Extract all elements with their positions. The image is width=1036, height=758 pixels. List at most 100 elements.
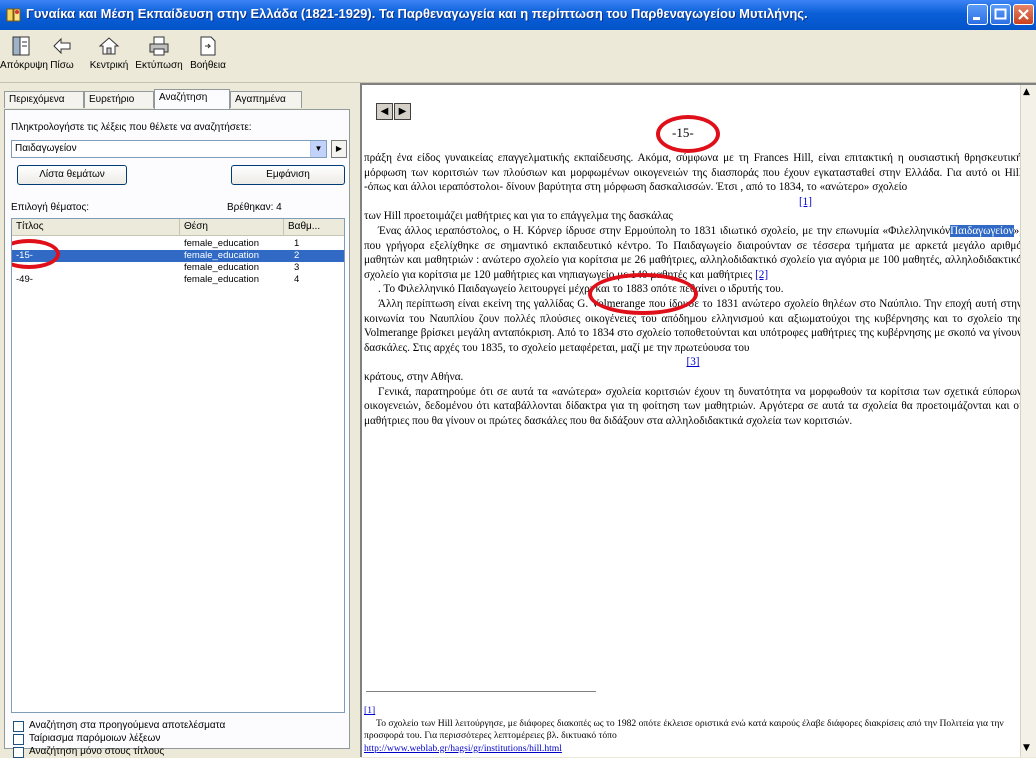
- row-rank: 4: [294, 274, 300, 285]
- column-rank[interactable]: Βαθμ...: [284, 219, 344, 235]
- back-label: Πίσω: [50, 60, 74, 71]
- triangle-right-icon: ▶: [335, 144, 343, 153]
- footnote-link[interactable]: http://www.weblab.gr/hagsi/gr/institutio…: [364, 743, 562, 754]
- search-titles-only-checkbox[interactable]: [13, 747, 24, 758]
- match-similar-words-label: Ταίριασμα παρόμοιων λέξεων: [29, 733, 161, 744]
- arrow-right-icon: ▶: [398, 106, 407, 117]
- toolbar: Απόκρυψη Πίσω Κεντρική Εκτύπωση Βοήθεια: [0, 30, 1036, 83]
- footnote-ref-1[interactable]: [1]: [799, 196, 812, 208]
- row-location: female_education: [184, 274, 259, 285]
- row-location: female_education: [184, 238, 259, 249]
- paragraph: Άλλη περίπτωση είναι εκείνη της γαλλίδας…: [364, 297, 1022, 355]
- table-row-selected[interactable]: -15- female_education 2: [12, 250, 344, 262]
- help-icon: [200, 36, 216, 56]
- paragraph-text: κράτους, στην Αθήνα.: [364, 370, 464, 383]
- paragraph: Γενικά, παρατηρούμε ότι σε αυτά τα «ανώτ…: [364, 385, 1022, 429]
- paragraph-text: πράξη ένα είδος γυναικείας επαγγελματική…: [364, 152, 1022, 194]
- footnote-text: Το σχολείο των Hill λειτούργησε, με διάφ…: [364, 717, 1004, 742]
- footnote-ref-row: [1]: [364, 195, 1022, 210]
- minimize-icon: [973, 17, 980, 20]
- row-rank: 2: [294, 250, 300, 261]
- scroll-down-icon[interactable]: ▼: [1023, 743, 1030, 753]
- title-bar: Γυναίκα και Μέση Εκπαίδευση στην Ελλάδα …: [0, 0, 1036, 30]
- found-count: Βρέθηκαν: 4: [227, 202, 282, 213]
- next-page-button[interactable]: ▶: [394, 103, 411, 120]
- row-title: -49-: [16, 274, 33, 285]
- arrow-left-icon: ◀: [380, 106, 389, 117]
- chevron-down-icon[interactable]: ▼: [310, 141, 326, 157]
- table-row[interactable]: female_education 1: [12, 238, 344, 250]
- paragraph: Ένας άλλος ιεραπόστολος, ο Η. Κόρνερ ίδρ…: [364, 224, 1022, 282]
- match-similar-words-checkbox[interactable]: [13, 734, 24, 745]
- hide-button[interactable]: Απόκρυψη: [0, 32, 48, 80]
- maximize-button[interactable]: [990, 4, 1011, 25]
- maximize-icon: [994, 8, 1007, 20]
- search-panel: Πληκτρολογήστε τις λέξεις που θέλετε να …: [4, 109, 350, 758]
- search-input[interactable]: Παιδαγωγείον ▼: [11, 140, 327, 158]
- footnote: [1] Το σχολείο των Hill λειτούργησε, με …: [364, 705, 1014, 755]
- tab-index[interactable]: Ευρετήριο: [84, 91, 154, 108]
- paragraph-text: Άλλη περίπτωση είναι εκείνη της γαλλίδας…: [364, 297, 1022, 354]
- column-title[interactable]: Τίτλος: [12, 219, 180, 235]
- tab-favorites[interactable]: Αγαπημένα: [230, 91, 302, 108]
- search-previous-results-checkbox[interactable]: [13, 721, 24, 732]
- results-list[interactable]: Τίτλος Θέση Βαθμ... female_education 1 -…: [11, 218, 345, 713]
- window-title: Γυναίκα και Μέση Εκπαίδευση στην Ελλάδα …: [26, 6, 808, 21]
- help-book-icon: [6, 8, 21, 22]
- vertical-scrollbar[interactable]: ▲ ▼: [1020, 85, 1036, 757]
- back-arrow-icon: [53, 37, 71, 55]
- paragraph-text: Γενικά, παρατηρούμε ότι σε αυτά τα «ανώτ…: [364, 385, 1022, 427]
- help-label: Βοήθεια: [190, 60, 226, 71]
- close-icon: [1018, 9, 1029, 20]
- results-header: Τίτλος Θέση Βαθμ...: [12, 219, 344, 236]
- help-button[interactable]: Βοήθεια: [186, 32, 230, 80]
- footnote-ref-row: [3]: [364, 355, 1022, 370]
- scroll-up-icon[interactable]: ▲: [1023, 87, 1030, 97]
- tab-search[interactable]: Αναζήτηση: [154, 89, 230, 109]
- content-pane: ◀ ▶ -15- πράξη ένα είδος γυναικείας επαγ…: [360, 83, 1036, 757]
- search-previous-results-label: Αναζήτηση στα προηγούμενα αποτελέσματα: [29, 720, 226, 731]
- paragraph: κράτους, στην Αθήνα.: [364, 370, 1022, 385]
- search-query: Παιδαγωγείον: [15, 143, 77, 154]
- hide-label: Απόκρυψη: [0, 60, 48, 71]
- row-rank: 1: [294, 238, 300, 249]
- select-topic-label: Επιλογή θέματος:: [11, 202, 90, 213]
- home-label: Κεντρική: [89, 60, 129, 71]
- column-location[interactable]: Θέση: [180, 219, 284, 235]
- print-button[interactable]: Εκτύπωση: [134, 32, 184, 80]
- footnote-ref-2[interactable]: [2]: [755, 269, 768, 281]
- hide-pane-icon: [12, 36, 30, 56]
- print-label: Εκτύπωση: [135, 60, 183, 71]
- display-button[interactable]: Εμφάνιση: [231, 165, 345, 185]
- table-row[interactable]: female_education 3: [12, 262, 344, 274]
- tab-contents[interactable]: Περιεχόμενα: [4, 91, 84, 108]
- home-button[interactable]: Κεντρική: [84, 32, 134, 80]
- row-location: female_education: [184, 262, 259, 273]
- document-body: πράξη ένα είδος γυναικείας επαγγελματική…: [364, 151, 1022, 428]
- footnote-divider: [366, 691, 596, 692]
- minimize-button[interactable]: [967, 4, 988, 25]
- footnote-mark[interactable]: [1]: [364, 705, 375, 716]
- printer-icon: [149, 36, 169, 56]
- search-titles-only-label: Αναζήτηση μόνο στους τίτλους: [29, 746, 165, 757]
- row-rank: 3: [294, 262, 300, 273]
- search-highlight: Παιδαγωγείον: [950, 224, 1014, 237]
- search-prompt: Πληκτρολογήστε τις λέξεις που θέλετε να …: [11, 122, 252, 133]
- paragraph: πράξη ένα είδος γυναικείας επαγγελματική…: [364, 151, 1022, 195]
- paragraph-text: . Το Φιλελληνικό Παιδαγωγείο λειτουργεί …: [378, 283, 784, 296]
- close-button[interactable]: [1013, 4, 1034, 25]
- paragraph: των Hill προετοιμάζει μαθήτριες και για …: [364, 209, 1022, 224]
- page-number: -15-: [672, 125, 694, 140]
- previous-page-button[interactable]: ◀: [376, 103, 393, 120]
- list-topics-button[interactable]: Λίστα θεμάτων: [17, 165, 127, 185]
- row-location: female_education: [184, 250, 259, 261]
- navigation-pane: Περιεχόμενα Ευρετήριο Αναζήτηση Αγαπημέν…: [0, 83, 356, 758]
- back-button[interactable]: Πίσω: [44, 32, 80, 80]
- search-options-button[interactable]: ▶: [331, 140, 347, 158]
- table-row[interactable]: -49- female_education 4: [12, 274, 344, 286]
- paragraph-text: Ένας άλλος ιεραπόστολος, ο Η. Κόρνερ ίδρ…: [378, 224, 951, 237]
- row-title: -15-: [16, 250, 33, 261]
- home-icon: [98, 37, 120, 55]
- paragraph-text: των Hill προετοιμάζει μαθήτριες και για …: [364, 210, 673, 223]
- footnote-ref-3[interactable]: [3]: [686, 356, 699, 368]
